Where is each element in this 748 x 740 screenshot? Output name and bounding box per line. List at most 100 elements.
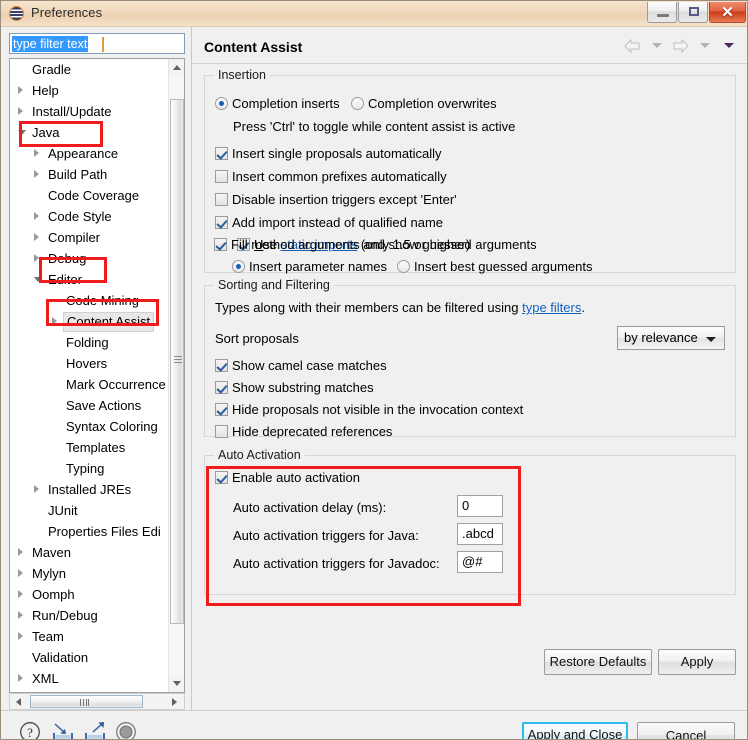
tree-item-compiler[interactable]: Compiler — [10, 227, 170, 248]
auto-activation-delay-input[interactable]: 0 — [457, 495, 503, 517]
twisty-collapsed-icon[interactable] — [18, 611, 23, 619]
disable-insertion-triggers-checkbox[interactable]: Disable insertion triggers except 'Enter… — [215, 192, 457, 207]
tree-item-appearance[interactable]: Appearance — [10, 143, 170, 164]
fill-method-arguments-checkbox[interactable]: Fill method arguments and show guessed a… — [214, 237, 537, 252]
auto-activation-javadoc-input[interactable]: @# — [457, 551, 503, 573]
scroll-down-button[interactable] — [169, 675, 184, 692]
tree-item-build-path[interactable]: Build Path — [10, 164, 170, 185]
forward-arrow-icon[interactable] — [672, 38, 689, 53]
apply-and-close-button[interactable]: Apply and Close — [522, 722, 628, 739]
twisty-collapsed-icon[interactable] — [18, 548, 23, 556]
tree-item-xml[interactable]: XML — [10, 668, 170, 689]
tree-item-oomph[interactable]: Oomph — [10, 584, 170, 605]
twisty-collapsed-icon[interactable] — [18, 632, 23, 640]
tree-item-code-style[interactable]: Code Style — [10, 206, 170, 227]
scroll-right-button[interactable] — [167, 694, 184, 709]
apply-button[interactable]: Apply — [658, 649, 736, 675]
show-camel-case-checkbox[interactable]: Show camel case matches — [215, 358, 387, 373]
show-substring-checkbox[interactable]: Show substring matches — [215, 380, 374, 395]
tree-item-templates[interactable]: Templates — [10, 437, 170, 458]
tree-item-folding[interactable]: Folding — [10, 332, 170, 353]
sort-proposals-combo[interactable]: by relevance — [617, 326, 725, 350]
filter-input[interactable]: type filter text — [9, 33, 185, 54]
tree-item-mark-occurrence[interactable]: Mark Occurrence — [10, 374, 170, 395]
twisty-expanded-icon[interactable] — [18, 130, 26, 139]
cancel-button[interactable]: Cancel — [637, 722, 735, 739]
twisty-collapsed-icon[interactable] — [34, 212, 39, 220]
radio-indicator — [215, 97, 228, 110]
tree-item-hovers[interactable]: Hovers — [10, 353, 170, 374]
tree-item-typing[interactable]: Typing — [10, 458, 170, 479]
export-arrow-icon[interactable] — [83, 721, 107, 739]
tree-vertical-scrollbar[interactable] — [168, 59, 184, 692]
view-menu-chevron-down-icon[interactable] — [724, 43, 734, 49]
twisty-collapsed-icon[interactable] — [52, 317, 57, 325]
page-title: Content Assist — [204, 39, 303, 55]
tree-item-validation[interactable]: Validation — [10, 647, 170, 668]
minimize-button[interactable] — [647, 2, 677, 23]
twisty-collapsed-icon[interactable] — [34, 149, 39, 157]
tree-item-run-debug[interactable]: Run/Debug — [10, 605, 170, 626]
tree-item-code-coverage[interactable]: Code Coverage — [10, 185, 170, 206]
close-button[interactable]: ✕ — [709, 2, 746, 23]
hide-proposals-checkbox[interactable]: Hide proposals not visible in the invoca… — [215, 402, 523, 417]
maximize-button[interactable] — [678, 2, 708, 23]
tree-item-help[interactable]: Help — [10, 80, 170, 101]
insert-single-proposals-checkbox[interactable]: Insert single proposals automatically — [215, 146, 442, 161]
tree-item-maven[interactable]: Maven — [10, 542, 170, 563]
tree-item-content-assist[interactable]: Content Assist — [10, 311, 170, 332]
twisty-collapsed-icon[interactable] — [34, 170, 39, 178]
show-substring-label: Show substring matches — [232, 380, 374, 395]
tree-item-save-actions[interactable]: Save Actions — [10, 395, 170, 416]
twisty-collapsed-icon[interactable] — [18, 107, 23, 115]
tree-item-code-mining[interactable]: Code Mining — [10, 290, 170, 311]
tree-item-team[interactable]: Team — [10, 626, 170, 647]
auto-activation-java-input[interactable]: .abcd — [457, 523, 503, 545]
hide-deprecated-checkbox[interactable]: Hide deprecated references — [215, 424, 392, 439]
horizontal-scroll-thumb[interactable] — [30, 695, 143, 708]
twisty-collapsed-icon[interactable] — [34, 233, 39, 241]
tree-item-gradle[interactable]: Gradle — [10, 59, 170, 80]
twisty-collapsed-icon[interactable] — [18, 590, 23, 598]
type-filters-link[interactable]: type filters — [522, 300, 581, 315]
completion-inserts-label: Completion inserts — [232, 96, 340, 111]
forward-history-chevron-down-icon[interactable] — [699, 43, 710, 49]
tree-item-properties-files-edi[interactable]: Properties Files Edi — [10, 521, 170, 542]
insert-best-guessed-radio[interactable]: Insert best guessed arguments — [397, 259, 593, 274]
tree-item-mylyn[interactable]: Mylyn — [10, 563, 170, 584]
tree-item-installed-jres[interactable]: Installed JREs — [10, 479, 170, 500]
twisty-collapsed-icon[interactable] — [18, 86, 23, 94]
completion-overwrites-radio[interactable]: Completion overwrites — [351, 96, 497, 111]
scroll-up-button[interactable] — [169, 59, 184, 76]
scroll-left-button[interactable] — [10, 694, 27, 709]
page-title-divider — [192, 63, 747, 64]
twisty-collapsed-icon[interactable] — [34, 485, 39, 493]
enable-auto-activation-checkbox[interactable]: Enable auto activation — [215, 470, 360, 485]
restore-defaults-button[interactable]: Restore Defaults — [544, 649, 652, 675]
title-bar[interactable]: Preferences ✕ — [1, 1, 747, 27]
twisty-collapsed-icon[interactable] — [18, 569, 23, 577]
vertical-scroll-thumb[interactable] — [170, 99, 184, 624]
back-arrow-icon[interactable] — [624, 38, 641, 53]
tree-item-editor[interactable]: Editor — [10, 269, 170, 290]
insert-parameter-names-radio[interactable]: Insert parameter names — [232, 259, 387, 274]
tree-item-install-update[interactable]: Install/Update — [10, 101, 170, 122]
tree-item-junit[interactable]: JUnit — [10, 500, 170, 521]
insert-common-prefixes-checkbox[interactable]: Insert common prefixes automatically — [215, 169, 447, 184]
preferences-tree[interactable]: Gradle Help Install/Update Java Appearance Bu… — [9, 58, 185, 693]
twisty-collapsed-icon[interactable] — [18, 674, 23, 682]
completion-inserts-radio[interactable]: Completion inserts — [215, 96, 340, 111]
twisty-expanded-icon[interactable] — [34, 277, 42, 286]
add-import-checkbox[interactable]: Add import instead of qualified name — [215, 215, 443, 230]
close-icon: ✕ — [721, 4, 734, 21]
import-arrow-icon[interactable] — [51, 721, 75, 739]
twisty-collapsed-icon[interactable] — [34, 254, 39, 262]
back-history-chevron-down-icon[interactable] — [651, 43, 662, 49]
help-question-icon[interactable]: ? — [19, 721, 41, 739]
record-circle-icon[interactable] — [115, 721, 137, 739]
tree-item-syntax-coloring[interactable]: Syntax Coloring — [10, 416, 170, 437]
tree-item-debug[interactable]: Debug — [10, 248, 170, 269]
tree-item-label: Syntax Coloring — [66, 419, 158, 434]
tree-horizontal-scrollbar[interactable] — [9, 693, 185, 710]
tree-item-java[interactable]: Java — [10, 122, 170, 143]
